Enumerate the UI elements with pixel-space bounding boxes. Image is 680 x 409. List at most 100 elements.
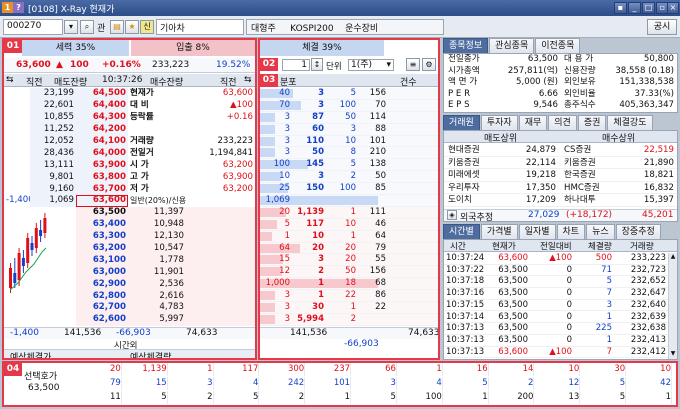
ask-row[interactable]: 12,052 64,100 거래량 233,223: [4, 135, 255, 148]
dropdown-icon[interactable]: ▾: [64, 20, 78, 34]
tab-trade-2[interactable]: 일자별: [518, 224, 556, 239]
ask-price[interactable]: 64,100: [76, 135, 128, 148]
ask-price[interactable]: 63,700: [76, 183, 128, 196]
ask-price[interactable]: 63,800: [76, 171, 128, 184]
folder-icon[interactable]: ▤: [110, 20, 124, 34]
trade-row[interactable]: 10:37:14 63,500 0 1 232,639: [444, 312, 668, 324]
trade-row[interactable]: 10:37:13 63,600 ▲100 7 232,412: [444, 347, 668, 359]
bid-price[interactable]: 63,500: [76, 206, 128, 219]
ask-price[interactable]: 63,600: [76, 195, 128, 207]
trade-row[interactable]: 10:37:22 63,500 0 71 232,723: [444, 265, 668, 277]
ask-price[interactable]: 64,300: [76, 111, 128, 124]
dist-bid-row[interactable]: 1,000 1 18 68: [260, 278, 438, 291]
list-icon[interactable]: ≡: [406, 58, 420, 71]
dist-ask-row[interactable]: 1,069: [260, 195, 438, 207]
pin-icon[interactable]: ▪: [614, 2, 627, 14]
trade-row[interactable]: 10:37:13 63,500 0 1 232,413: [444, 335, 668, 347]
ask-row[interactable]: 23,199 64,500 현재가 63,600: [4, 88, 255, 100]
tab-trade-5[interactable]: 장중추정: [615, 224, 661, 239]
dist-ask-row[interactable]: 25 150 100 85: [260, 183, 438, 196]
bid-price[interactable]: 62,800: [76, 290, 128, 303]
scroll-up-icon[interactable]: ▲: [669, 253, 677, 262]
tab-trade-1[interactable]: 가격별: [480, 224, 518, 239]
broker-row[interactable]: 도이치 17,209 하나대투 15,397: [444, 194, 677, 207]
dist-ask-row[interactable]: 3 110 10 101: [260, 135, 438, 148]
dist-ask-row[interactable]: 40 3 5 156: [260, 88, 438, 100]
bid-price[interactable]: 63,100: [76, 254, 128, 267]
dist-ask-row[interactable]: 100 145 5 138: [260, 159, 438, 172]
search-label[interactable]: 관: [97, 21, 105, 34]
help-icon[interactable]: ?: [13, 2, 24, 13]
tab-broker-2[interactable]: 재무: [518, 115, 548, 130]
bid-price[interactable]: 62,700: [76, 302, 128, 314]
broker-row[interactable]: 우리투자 17,350 HMC증권 16,832: [444, 182, 677, 194]
tab-broker-1[interactable]: 투자자: [480, 115, 518, 130]
ask-row[interactable]: 11,252 64,200: [4, 123, 255, 136]
trade-row[interactable]: 10:37:13 63,500 0 225 232,638: [444, 323, 668, 335]
tab-broker-3[interactable]: 의견: [548, 115, 577, 130]
dist-ask-row[interactable]: 3 60 3 88: [260, 123, 438, 136]
tab-previous[interactable]: 이전종목: [535, 38, 581, 53]
dist-bid-row[interactable]: 3 1 22 86: [260, 290, 438, 303]
adjust-icon-2[interactable]: ⇆: [244, 75, 252, 85]
dist-bid-row[interactable]: 3 5,994 2: [260, 313, 438, 326]
bid-price[interactable]: 62,600: [76, 313, 128, 326]
tab-watchlist[interactable]: 관심종목: [489, 38, 535, 53]
ask-row[interactable]: 13,111 63,900 시 가 63,200: [4, 159, 255, 172]
bid-price[interactable]: 63,400: [76, 218, 128, 231]
minimize-icon[interactable]: _: [628, 2, 641, 14]
trade-row[interactable]: 10:37:16 63,500 0 7 232,647: [444, 288, 668, 300]
tab-trade-0[interactable]: 시간별: [443, 224, 480, 239]
ask-price[interactable]: 64,400: [76, 99, 128, 112]
favorite-icon[interactable]: ★: [125, 20, 139, 34]
tab-trade-4[interactable]: 뉴스: [586, 224, 615, 239]
dist-bid-row[interactable]: 1 10 1 64: [260, 230, 438, 243]
ask-row[interactable]: 9,160 63,700 저 가 63,200: [4, 183, 255, 196]
ask-row[interactable]: 22,601 64,400 대 비 ▲100: [4, 99, 255, 112]
trade-row[interactable]: 10:37:24 63,600 ▲100 500 233,223: [444, 253, 668, 265]
ask-price[interactable]: 63,900: [76, 159, 128, 172]
broker-row[interactable]: 현대증권 24,879 CS증권 22,519: [444, 144, 677, 157]
dist-ask-row[interactable]: 70 3 100 70: [260, 99, 438, 112]
tab-stock-info[interactable]: 종목정보: [443, 38, 489, 53]
settings-icon[interactable]: ⚙: [422, 58, 436, 71]
trade-scrollbar[interactable]: ▲ ▼: [668, 253, 677, 359]
dist-bid-row[interactable]: 5 117 10 46: [260, 218, 438, 231]
dist-bid-row[interactable]: 64 20 20 79: [260, 242, 438, 255]
search-icon[interactable]: ⌕: [80, 20, 94, 34]
dist-ask-row[interactable]: 10 3 2 50: [260, 171, 438, 184]
ask-row[interactable]: 10,855 64,300 등락률 +0.16: [4, 111, 255, 124]
broker-row[interactable]: 키움증권 22,114 키움증권 21,890: [444, 157, 677, 169]
ask-row[interactable]: -1,4001,06963,600일반(20%)/신용가능: [4, 195, 255, 207]
bid-price[interactable]: 63,000: [76, 266, 128, 279]
ask-price[interactable]: 64,500: [76, 88, 128, 100]
ask-price[interactable]: 64,200: [76, 123, 128, 136]
dist-bid-row[interactable]: 3 30 1 22: [260, 302, 438, 314]
bid-price[interactable]: 63,200: [76, 242, 128, 255]
tab-trade-3[interactable]: 차트: [556, 224, 586, 239]
bid-price[interactable]: 63,300: [76, 230, 128, 243]
ask-row[interactable]: 28,436 64,000 전일거 1,194,841: [4, 147, 255, 160]
tab-broker-0[interactable]: 거래원: [443, 115, 480, 130]
dist-bid-row[interactable]: 12 2 50 156: [260, 266, 438, 279]
bid-price[interactable]: 62,900: [76, 278, 128, 291]
trade-row[interactable]: 10:37:15 63,500 0 3 232,640: [444, 300, 668, 312]
close-icon[interactable]: ×: [667, 2, 679, 14]
disclosure-button[interactable]: 공시: [647, 19, 677, 35]
ask-row[interactable]: 9,801 63,800 고 가 63,900: [4, 171, 255, 184]
adjust-icon[interactable]: ⇆: [6, 75, 14, 85]
stock-code-input[interactable]: 000270: [3, 19, 63, 35]
dist-bid-row[interactable]: 15 3 20 55: [260, 254, 438, 267]
count-input[interactable]: 1: [282, 59, 310, 71]
tab-broker-5[interactable]: 체결강도: [607, 115, 653, 130]
maximize-icon[interactable]: □: [642, 2, 655, 14]
trade-row[interactable]: 10:37:18 63,500 0 5 232,652: [444, 276, 668, 289]
tab-broker-4[interactable]: 증권: [577, 115, 607, 130]
broker-row[interactable]: 미래에셋 19,218 한국증권 18,821: [444, 169, 677, 182]
scroll-down-icon[interactable]: ▼: [669, 350, 677, 359]
stepper-icon[interactable]: ↕: [311, 58, 323, 71]
dist-ask-row[interactable]: 3 50 8 210: [260, 147, 438, 160]
ask-price[interactable]: 64,000: [76, 147, 128, 160]
dist-bid-row[interactable]: 20 1,139 1 111: [260, 206, 438, 219]
unit-select[interactable]: 1(주) ▾: [348, 59, 394, 71]
